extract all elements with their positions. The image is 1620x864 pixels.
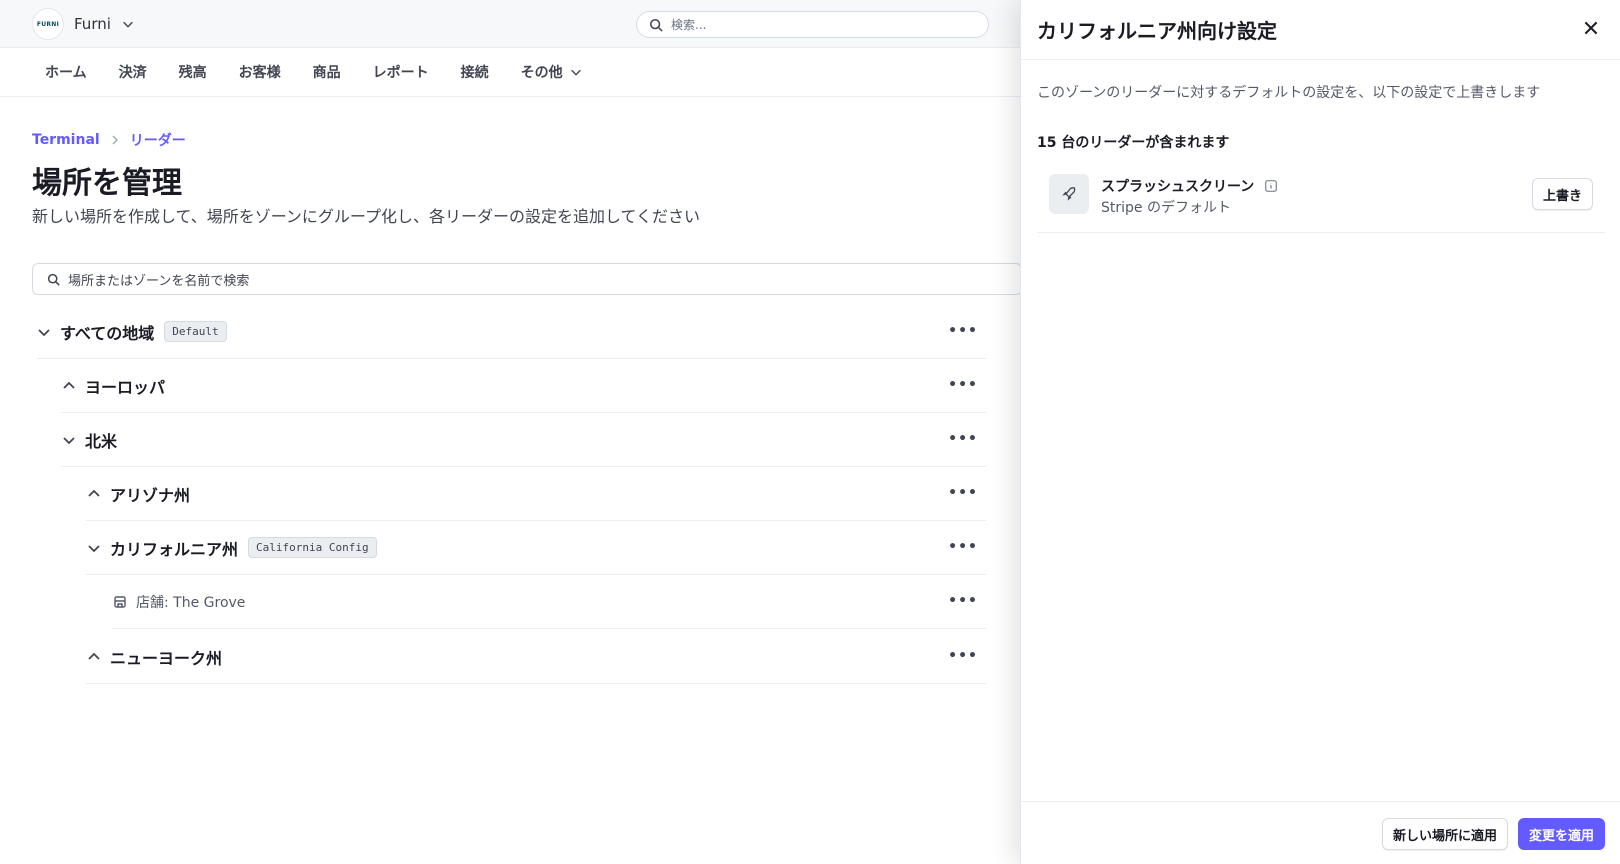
location-search-input[interactable]: 場所またはゾーンを名前で検索 [32,263,1022,295]
chevron-down-icon [123,21,133,28]
nav-item-connect[interactable]: 接続 [461,62,489,82]
tree-row-label: 北米 [85,431,118,451]
chevron-down-icon [570,69,581,76]
setting-row-splash-screen: スプラッシュスクリーン Stripe のデフォルト 上書き [1037,168,1605,233]
chevron-right-icon [112,135,118,145]
brand-logo: FURNI [32,8,64,40]
config-badge: California Config [248,537,377,558]
tree-row-label: ヨーロッパ [85,377,166,397]
chevron-down-icon[interactable] [86,540,102,556]
top-bar: FURNI Furni 検索... [0,0,1020,48]
tree-row-north-america[interactable]: 北米 ••• [61,413,986,467]
nav-item-payments[interactable]: 決済 [119,62,147,82]
tree-row-label: カリフォルニア州 [110,539,239,559]
tree-row-label: 店舗: The Grove [136,594,246,611]
more-actions-icon[interactable]: ••• [948,377,978,393]
zone-settings-drawer: カリフォルニア州向け設定 このゾーンのリーダーに対するデフォルトの設定を、以下の… [1020,0,1620,864]
drawer-title: カリフォルニア州向け設定 [1037,19,1277,43]
tree-row-label: すべての地域 [60,323,155,343]
tree-row-store-the-grove[interactable]: 店舗: The Grove ••• [112,575,986,629]
apply-changes-button[interactable]: 変更を適用 [1518,818,1606,850]
more-actions-icon[interactable]: ••• [948,539,978,555]
chevron-down-icon[interactable] [61,432,77,448]
page-subtitle: 新しい場所を作成して、場所をゾーンにグループ化し、各リーダーの設定を追加してくだ… [32,207,701,226]
tree-row-arizona[interactable]: アリゾナ州 ••• [86,467,986,521]
store-icon [114,595,126,608]
divider [1021,801,1620,802]
drawer-description: このゾーンのリーダーに対するデフォルトの設定を、以下の設定で上書きします [1037,85,1541,101]
setting-name: スプラッシュスクリーン [1101,179,1255,195]
more-actions-icon[interactable]: ••• [948,323,978,339]
nav-item-more-label: その他 [520,65,563,81]
tree-row-all-regions[interactable]: すべての地域 Default ••• [36,305,986,359]
tree-row-label: ニューヨーク州 [110,648,223,668]
more-actions-icon[interactable]: ••• [948,431,978,447]
tree-row-europe[interactable]: ヨーロッパ ••• [61,359,986,413]
rocket-icon [1049,174,1089,214]
search-icon [649,18,663,32]
nav-item-more[interactable]: その他 [521,62,583,82]
info-icon[interactable] [1264,179,1278,193]
main-nav: ホーム 決済 残高 お客様 商品 レポート 接続 その他 [0,48,1020,97]
override-button[interactable]: 上書き [1531,178,1593,210]
breadcrumb-readers[interactable]: リーダー [130,130,186,150]
chevron-down-icon[interactable] [36,324,52,340]
nav-item-products[interactable]: 商品 [313,62,341,82]
divider [1021,59,1620,60]
account-switcher[interactable]: FURNI Furni [32,8,135,40]
nav-item-balances[interactable]: 残高 [179,62,207,82]
chevron-up-icon[interactable] [61,378,77,394]
config-badge: Default [164,321,227,342]
apply-to-new-locations-button[interactable]: 新しい場所に適用 [1382,818,1509,850]
tree-row-new-york[interactable]: ニューヨーク州 ••• [86,630,986,684]
more-actions-icon[interactable]: ••• [948,485,978,501]
global-search-placeholder: 検索... [671,18,707,32]
nav-item-customers[interactable]: お客様 [239,62,281,82]
breadcrumb-terminal[interactable]: Terminal [32,132,100,148]
chevron-up-icon[interactable] [86,649,102,665]
more-actions-icon[interactable]: ••• [948,648,978,664]
account-name: Furni [74,15,111,33]
more-actions-icon[interactable]: ••• [948,593,978,609]
breadcrumb: Terminal リーダー [32,130,186,150]
nav-item-reports[interactable]: レポート [373,62,429,82]
reader-count: 15 台のリーダーが含まれます [1037,135,1230,151]
chevron-up-icon[interactable] [86,486,102,502]
global-search-input[interactable]: 検索... [636,11,989,38]
search-icon [47,273,60,286]
nav-item-home[interactable]: ホーム [45,62,87,82]
location-search-placeholder: 場所またはゾーンを名前で検索 [68,273,250,289]
tree-row-label: アリゾナ州 [110,485,191,505]
page-title: 場所を管理 [32,166,182,201]
close-icon[interactable] [1582,19,1600,37]
setting-default-value: Stripe のデフォルト [1101,200,1231,216]
tree-row-california[interactable]: カリフォルニア州 California Config ••• [86,521,986,575]
